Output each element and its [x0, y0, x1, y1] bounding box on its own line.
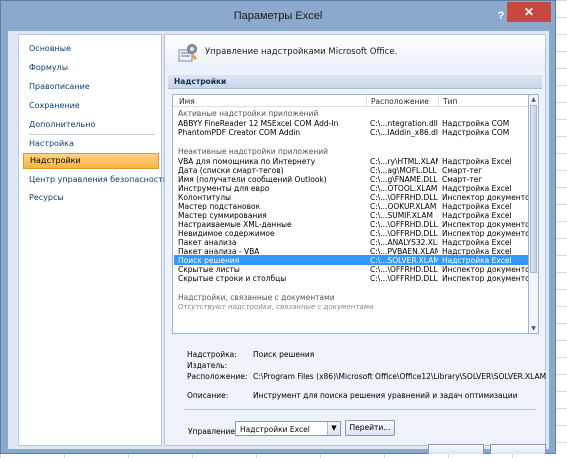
chevron-down-icon[interactable]: ▼ [327, 422, 340, 435]
go-button[interactable]: Перейти... [345, 420, 395, 436]
list-header: Имя Расположение Тип [173, 95, 528, 107]
addins-list[interactable]: Имя Расположение Тип Активные надстройки… [172, 94, 529, 334]
nav-item-formulas[interactable]: Формулы [23, 60, 159, 76]
column-header-name[interactable]: Имя [179, 97, 195, 106]
detail-value-description: Инструмент для поиска решения уравнений … [253, 391, 518, 400]
cell-name: Скрытые строки и столбцы [178, 274, 287, 283]
dialog-body: Основные Формулы Правописание Сохранение… [8, 31, 549, 454]
addins-icon [178, 44, 197, 62]
nav-item-proofing[interactable]: Правописание [23, 79, 159, 95]
divider [184, 409, 536, 410]
nav-item-save[interactable]: Сохранение [23, 98, 159, 114]
window-title: Параметры Excel [233, 10, 323, 22]
nav-item-addins[interactable]: Надстройки [23, 153, 159, 169]
close-button[interactable]: ✕ [507, 2, 551, 22]
panel-header: Управление надстройками Microsoft Office… [165, 35, 545, 71]
group-title-active: Активные надстройки приложений [178, 109, 319, 118]
group-title-inactive: Неактивные надстройки приложений [178, 147, 328, 156]
excel-options-dialog: Параметры Excel ? ✕ Основные Формулы Пра… [0, 0, 556, 454]
title-bar[interactable]: Параметры Excel ? ✕ [1, 1, 555, 31]
list-scrollbar[interactable]: ▲ ▼ [529, 94, 539, 334]
scroll-up-arrow-icon[interactable]: ▲ [529, 95, 538, 104]
section-header: Надстройки [168, 75, 542, 89]
detail-label-description: Описание: [187, 391, 229, 400]
table-row[interactable]: Скрытые строки и столбцы C:\...\OFFRHD.D… [174, 273, 529, 283]
nav-item-advanced[interactable]: Дополнительно [23, 117, 159, 133]
scroll-down-arrow-icon[interactable]: ▼ [529, 324, 538, 333]
detail-label-location: Расположение: [187, 372, 248, 381]
options-nav: Основные Формулы Правописание Сохранение… [18, 34, 174, 446]
nav-item-customize[interactable]: Настройка [23, 136, 159, 152]
detail-label-publisher: Издатель: [187, 361, 228, 370]
manage-dropdown[interactable]: Надстройки Excel ▼ [235, 421, 341, 436]
section-label: Надстройки [174, 77, 227, 86]
nav-item-general[interactable]: Основные [23, 41, 159, 57]
scroll-thumb[interactable] [530, 105, 537, 273]
nav-divider [29, 134, 155, 135]
detail-value-addin: Поиск решения [253, 350, 315, 359]
cell-location: C:\...\OFFRHD.DLL [370, 274, 438, 283]
cell-type: Надстройка COM [442, 128, 510, 137]
column-header-type[interactable]: Тип [443, 97, 457, 106]
cell-location: C:\...IAddin_x86.dll [370, 128, 438, 137]
nav-item-trust-center[interactable]: Центр управления безопасностью [23, 172, 174, 188]
manage-dropdown-value: Надстройки Excel [240, 425, 310, 434]
nav-item-resources[interactable]: Ресурсы [23, 190, 159, 206]
cancel-button[interactable] [490, 444, 546, 454]
ok-button[interactable] [428, 444, 484, 454]
cell-type: Инспектор документо [442, 274, 529, 283]
column-header-location[interactable]: Расположение [371, 97, 429, 106]
column-divider [366, 95, 367, 107]
group-empty-note: Отсутствуют надстройки, связанные с доку… [178, 303, 374, 311]
cell-name: PhantomPDF Creator COM Addin [178, 128, 301, 137]
manage-label: Управление: [188, 427, 238, 436]
detail-label-addin: Надстройка: [187, 350, 237, 359]
table-row[interactable]: PhantomPDF Creator COM Addin C:\...IAddi… [174, 127, 528, 137]
panel-title: Управление надстройками Microsoft Office… [205, 47, 398, 57]
detail-value-location: C:\Program Files (x86)\Microsoft Office\… [253, 372, 547, 381]
addins-panel: Управление надстройками Microsoft Office… [164, 34, 546, 446]
column-divider [438, 95, 439, 107]
group-title-document: Надстройки, связанные с документами [178, 293, 335, 302]
